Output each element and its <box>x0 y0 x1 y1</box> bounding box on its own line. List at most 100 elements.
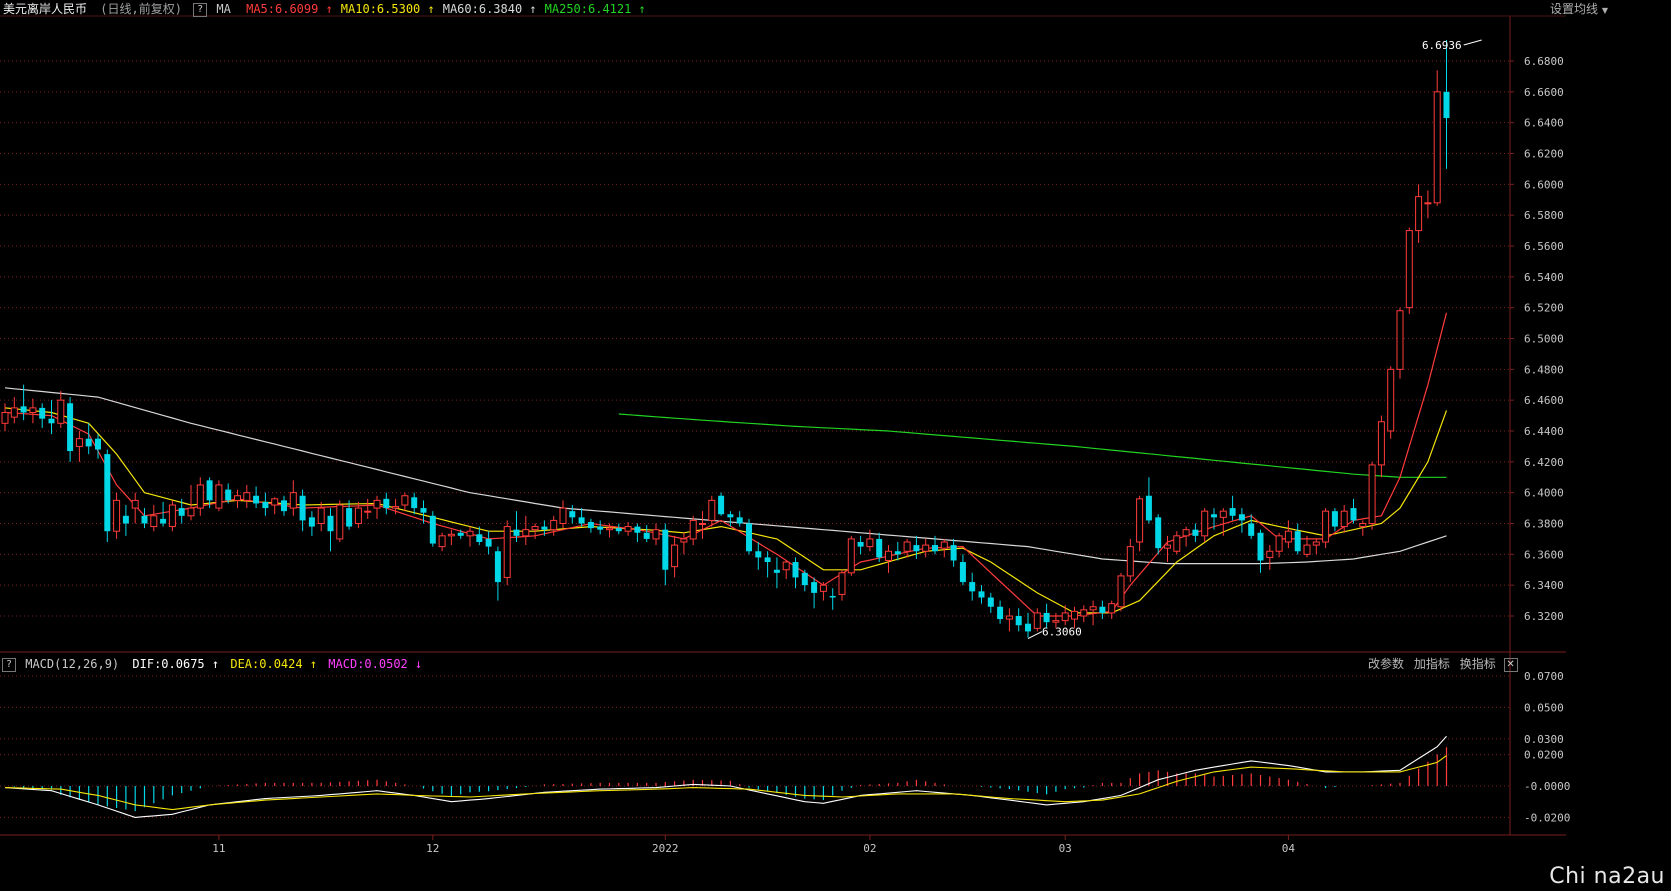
help-icon[interactable]: ? <box>193 2 208 17</box>
candle[interactable] <box>522 515 530 546</box>
candle[interactable] <box>447 529 455 546</box>
candle[interactable] <box>959 554 966 586</box>
candle[interactable] <box>736 511 743 527</box>
candle[interactable] <box>1201 508 1209 542</box>
change-params-button[interactable]: 改参数 <box>1368 657 1404 671</box>
candle[interactable] <box>196 477 204 516</box>
candle[interactable] <box>940 538 948 558</box>
candle[interactable] <box>494 546 501 601</box>
candle[interactable] <box>773 557 780 589</box>
candle[interactable] <box>401 492 409 512</box>
candle[interactable] <box>466 526 474 547</box>
candle[interactable] <box>615 523 622 535</box>
candle[interactable] <box>122 505 129 536</box>
candle[interactable] <box>950 538 957 567</box>
candle[interactable] <box>429 511 436 547</box>
candle[interactable] <box>67 397 74 462</box>
candle[interactable] <box>969 572 976 601</box>
candle[interactable] <box>234 489 241 509</box>
candle[interactable] <box>746 518 752 555</box>
candle[interactable] <box>913 535 920 559</box>
candle[interactable] <box>1350 498 1357 524</box>
candle[interactable] <box>1025 612 1031 638</box>
candle[interactable] <box>1433 70 1441 206</box>
candle[interactable] <box>550 515 558 536</box>
candle[interactable] <box>1005 608 1013 632</box>
candle[interactable] <box>187 484 195 521</box>
candle[interactable] <box>624 521 632 536</box>
candle[interactable] <box>1108 600 1116 620</box>
candle[interactable] <box>160 501 167 527</box>
add-indicator-button[interactable]: 加指标 <box>1414 657 1450 671</box>
candle[interactable] <box>652 523 660 546</box>
candle[interactable] <box>39 403 46 428</box>
candle[interactable] <box>271 497 279 515</box>
candle[interactable] <box>1155 514 1162 555</box>
candle[interactable] <box>1 403 9 431</box>
candle[interactable] <box>1331 508 1338 532</box>
candle[interactable] <box>894 542 901 561</box>
candle[interactable] <box>243 484 251 509</box>
candle[interactable] <box>364 498 372 519</box>
candle[interactable] <box>57 390 65 428</box>
candle[interactable] <box>1424 190 1432 219</box>
candle[interactable] <box>680 532 688 555</box>
candle[interactable] <box>317 501 325 532</box>
candle[interactable] <box>327 508 334 552</box>
candle[interactable] <box>1322 508 1330 549</box>
candle[interactable] <box>978 585 985 604</box>
candle[interactable] <box>1266 545 1274 570</box>
candle[interactable] <box>587 518 594 533</box>
candle[interactable] <box>569 505 576 524</box>
candle[interactable] <box>559 500 567 529</box>
candle[interactable] <box>104 449 111 543</box>
candle[interactable] <box>336 500 344 542</box>
candle[interactable] <box>503 520 511 586</box>
candle[interactable] <box>485 531 492 555</box>
candle[interactable] <box>168 500 176 532</box>
candle[interactable] <box>131 492 139 524</box>
candle[interactable] <box>1015 608 1022 632</box>
candle[interactable] <box>29 398 37 424</box>
candle[interactable] <box>1377 415 1385 478</box>
close-icon[interactable]: ✕ <box>1503 657 1518 672</box>
candle[interactable] <box>1145 477 1152 524</box>
candle[interactable] <box>1192 523 1199 543</box>
candle[interactable] <box>699 511 706 539</box>
candle[interactable] <box>1284 520 1292 549</box>
candle[interactable] <box>1275 532 1283 558</box>
candle[interactable] <box>308 511 315 536</box>
candle[interactable] <box>708 495 716 527</box>
candle[interactable] <box>75 431 83 462</box>
candle[interactable] <box>1312 538 1320 555</box>
candle[interactable] <box>838 569 846 601</box>
candle[interactable] <box>1061 605 1069 626</box>
candle[interactable] <box>373 495 381 519</box>
candle[interactable] <box>1443 40 1450 169</box>
candle[interactable] <box>1387 366 1395 439</box>
candle[interactable] <box>1033 608 1041 632</box>
candle[interactable] <box>885 545 892 573</box>
candle[interactable] <box>150 505 158 532</box>
candle[interactable] <box>987 592 994 613</box>
candle[interactable] <box>671 535 679 578</box>
candle[interactable] <box>782 560 790 580</box>
candle[interactable] <box>1405 227 1413 314</box>
switch-indicator-button[interactable]: 换指标 <box>1460 657 1496 671</box>
candle[interactable] <box>1080 605 1088 623</box>
candle[interactable] <box>1136 495 1144 552</box>
candle[interactable] <box>811 577 818 609</box>
candle[interactable] <box>289 480 297 516</box>
candle[interactable] <box>1173 531 1181 555</box>
candle[interactable] <box>1126 538 1134 583</box>
candle[interactable] <box>819 582 827 601</box>
candle[interactable] <box>689 515 697 546</box>
candle[interactable] <box>411 492 418 515</box>
candle[interactable] <box>801 569 808 592</box>
candle[interactable] <box>253 486 260 509</box>
candle[interactable] <box>1294 523 1301 555</box>
candle[interactable] <box>755 542 762 570</box>
candle[interactable] <box>792 557 799 589</box>
macd-help-icon[interactable]: ? <box>2 657 16 672</box>
candle[interactable] <box>662 523 669 586</box>
